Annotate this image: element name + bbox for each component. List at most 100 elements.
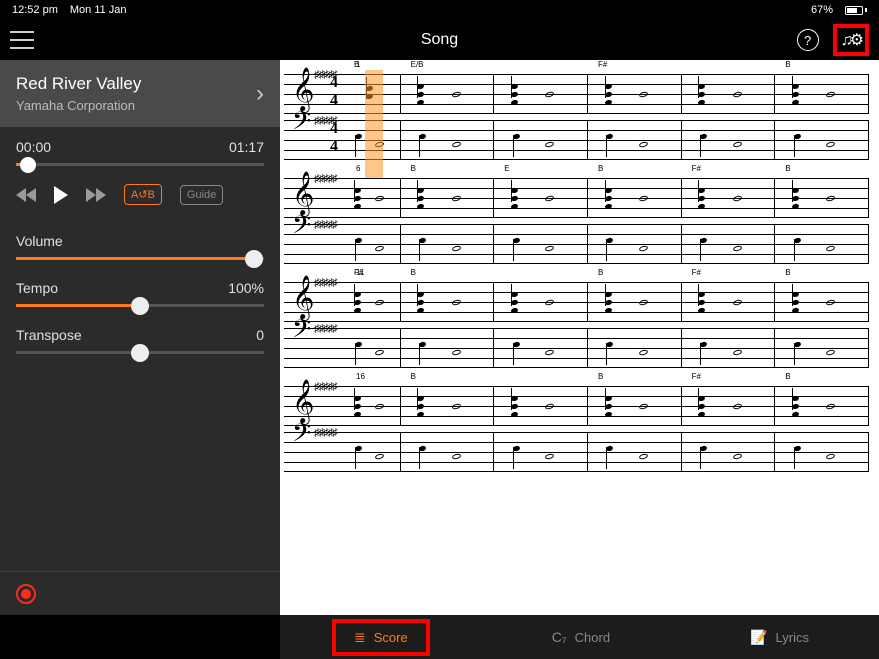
score-view[interactable]: 𝄞♯♯♯♯♯44B1E/BF#B𝄢♯♯♯♯♯44𝄞♯♯♯♯♯6BEBF#B𝄢♯♯… bbox=[280, 60, 879, 615]
chord-label: B bbox=[598, 268, 603, 277]
measure bbox=[344, 224, 401, 264]
chord-label: F# bbox=[598, 60, 607, 69]
key-signature: ♯♯♯♯♯ bbox=[314, 176, 337, 183]
transpose-slider[interactable] bbox=[16, 351, 264, 354]
chord-label: B bbox=[785, 268, 790, 277]
chord-icon: C₇ bbox=[552, 629, 567, 645]
measure: B bbox=[775, 74, 869, 114]
tab-score-label: Score bbox=[374, 630, 408, 645]
treble-clef-icon: 𝄞 bbox=[292, 380, 314, 424]
time-signature: 44 bbox=[330, 120, 338, 156]
staff-system: 𝄞♯♯♯♯♯16BBF#B𝄢♯♯♯♯♯ bbox=[284, 386, 869, 472]
volume-label: Volume bbox=[16, 233, 63, 249]
measure: 16 bbox=[344, 386, 401, 426]
measure: B bbox=[401, 282, 495, 322]
chord-label: B bbox=[785, 60, 790, 69]
measure-number: 11 bbox=[356, 268, 364, 277]
measure bbox=[588, 224, 682, 264]
measure bbox=[775, 328, 869, 368]
measure: 6 bbox=[344, 178, 401, 218]
battery-percent: 67% bbox=[811, 4, 833, 16]
key-signature: ♯♯♯♯♯ bbox=[314, 384, 337, 391]
measure bbox=[682, 74, 776, 114]
progress-slider[interactable] bbox=[16, 163, 264, 166]
measure: B bbox=[401, 178, 495, 218]
key-signature: ♯♯♯♯♯ bbox=[314, 222, 337, 229]
measure bbox=[682, 328, 776, 368]
staff-system: 𝄞♯♯♯♯♯F#11BBF#B𝄢♯♯♯♯♯ bbox=[284, 282, 869, 368]
tab-chord-label: Chord bbox=[575, 630, 610, 645]
measure bbox=[344, 328, 401, 368]
app-header: Song ? ♫⚙ bbox=[0, 20, 879, 60]
song-select-row[interactable]: Red River Valley Yamaha Corporation › bbox=[0, 60, 280, 127]
chord-label: B bbox=[785, 372, 790, 381]
tempo-slider[interactable] bbox=[16, 304, 264, 307]
help-button[interactable]: ? bbox=[797, 29, 819, 51]
key-signature: ♯♯♯♯♯ bbox=[314, 280, 337, 287]
playhead bbox=[365, 70, 383, 178]
tab-lyrics[interactable]: 📝 Lyrics bbox=[732, 623, 827, 652]
chord-label: B bbox=[598, 164, 603, 173]
tempo-value: 100% bbox=[228, 280, 264, 296]
record-button[interactable] bbox=[16, 584, 36, 604]
measure: F# bbox=[588, 74, 682, 114]
chord-label: B bbox=[411, 268, 416, 277]
tempo-label: Tempo bbox=[16, 280, 58, 296]
key-signature: ♯♯♯♯♯ bbox=[314, 326, 337, 333]
menu-button[interactable] bbox=[10, 31, 34, 49]
measure bbox=[494, 120, 588, 160]
measure bbox=[494, 282, 588, 322]
tab-chord[interactable]: C₇ Chord bbox=[534, 623, 628, 651]
treble-clef-icon: 𝄞 bbox=[292, 276, 314, 320]
chord-label: F# bbox=[692, 164, 701, 173]
measure bbox=[682, 120, 776, 160]
measure bbox=[494, 74, 588, 114]
chord-label: B bbox=[598, 372, 603, 381]
measure bbox=[682, 432, 776, 472]
chord-label: E/B bbox=[411, 60, 424, 69]
song-artist: Yamaha Corporation bbox=[16, 98, 141, 113]
view-tabs: ≣ Score C₇ Chord 📝 Lyrics bbox=[280, 615, 879, 659]
measure bbox=[401, 328, 495, 368]
tab-score[interactable]: ≣ Score bbox=[332, 619, 430, 656]
transpose-label: Transpose bbox=[16, 327, 82, 343]
measure-number: 6 bbox=[356, 164, 360, 173]
ab-repeat-button[interactable]: A↺B bbox=[124, 184, 162, 205]
time-signature: 44 bbox=[330, 74, 338, 110]
measure bbox=[775, 224, 869, 264]
sidebar: Red River Valley Yamaha Corporation › 0 0… bbox=[0, 60, 280, 615]
bass-clef-icon: 𝄢 bbox=[292, 212, 311, 246]
treble-clef-icon: 𝄞 bbox=[292, 172, 314, 216]
tab-lyrics-label: Lyrics bbox=[776, 630, 809, 645]
chord-label: B bbox=[411, 164, 416, 173]
transpose-value: 0 bbox=[256, 327, 264, 343]
status-time: 12:52 pm bbox=[12, 4, 58, 16]
rewind-button[interactable] bbox=[16, 188, 36, 202]
score-settings-button[interactable]: ♫⚙ bbox=[833, 24, 869, 56]
guide-button[interactable]: Guide bbox=[180, 185, 223, 205]
measure bbox=[401, 432, 495, 472]
time-duration: 01:17 bbox=[229, 139, 264, 155]
fast-forward-button[interactable] bbox=[86, 188, 106, 202]
measure bbox=[588, 120, 682, 160]
measure bbox=[775, 432, 869, 472]
staff-system: 𝄞♯♯♯♯♯6BEBF#B𝄢♯♯♯♯♯ bbox=[284, 178, 869, 264]
measure-number: 16 bbox=[356, 372, 365, 381]
play-button[interactable] bbox=[54, 186, 68, 204]
measure: B bbox=[588, 282, 682, 322]
measure bbox=[588, 328, 682, 368]
status-bar: 12:52 pm Mon 11 Jan 67% bbox=[0, 0, 879, 20]
volume-slider[interactable] bbox=[16, 257, 264, 260]
bass-clef-icon: 𝄢 bbox=[292, 316, 311, 350]
measure bbox=[494, 386, 588, 426]
staff-system: 𝄞♯♯♯♯♯44B1E/BF#B𝄢♯♯♯♯♯44 bbox=[284, 74, 869, 160]
measure bbox=[344, 432, 401, 472]
treble-clef-icon: 𝄞 bbox=[292, 68, 314, 112]
chord-label: E bbox=[504, 164, 509, 173]
measure: B bbox=[775, 386, 869, 426]
measure: B bbox=[588, 178, 682, 218]
measure bbox=[401, 120, 495, 160]
measure bbox=[494, 328, 588, 368]
measure bbox=[494, 432, 588, 472]
measure bbox=[682, 224, 776, 264]
